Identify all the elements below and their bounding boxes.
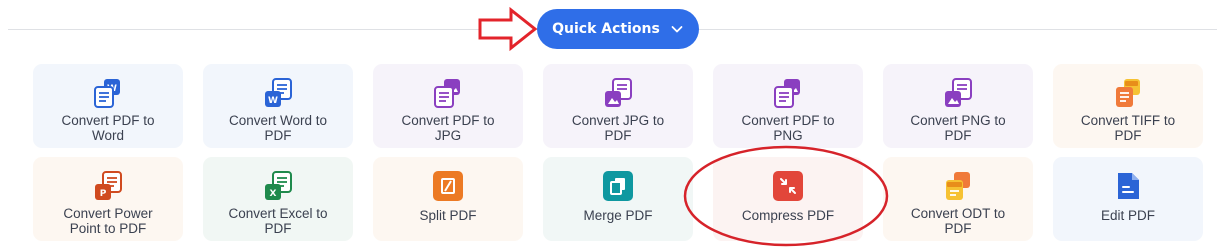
- word-to-pdf-icon: W: [265, 78, 292, 107]
- tiff-to-pdf-icon: [1116, 79, 1140, 107]
- tool-card-powerpoint-to-pdf[interactable]: P Convert Power Point to PDF: [33, 157, 183, 241]
- tool-card-edit-pdf[interactable]: Edit PDF: [1053, 157, 1203, 241]
- tool-label: Convert PDF to Word: [61, 113, 155, 143]
- svg-text:X: X: [270, 189, 277, 199]
- tool-card-png-to-pdf[interactable]: Convert PNG to PDF: [883, 64, 1033, 148]
- pdf-to-word-icon: W: [94, 79, 120, 108]
- tool-label: Convert Excel to PDF: [228, 206, 328, 236]
- tool-label: Convert PDF to JPG: [401, 113, 495, 143]
- odt-to-pdf-icon: [946, 172, 970, 200]
- pointer-arrow-annotation: [478, 6, 538, 52]
- tool-label: Convert PNG to PDF: [910, 113, 1006, 143]
- highlight-circle-annotation: [683, 145, 889, 247]
- tool-card-merge-pdf[interactable]: Merge PDF: [543, 157, 693, 241]
- jpg-to-pdf-icon: [605, 78, 632, 107]
- tool-label: Split PDF: [419, 208, 477, 223]
- split-pdf-icon: [433, 171, 463, 201]
- tool-card-pdf-to-png[interactable]: Convert PDF to PNG: [713, 64, 863, 148]
- pdf-to-png-icon: [774, 79, 800, 108]
- tool-label: Merge PDF: [583, 208, 653, 223]
- tool-card-jpg-to-pdf[interactable]: Convert JPG to PDF: [543, 64, 693, 148]
- edit-pdf-icon: [1118, 173, 1139, 199]
- tool-card-tiff-to-pdf[interactable]: Convert TIFF to PDF: [1053, 64, 1203, 148]
- quick-actions-button[interactable]: Quick Actions: [537, 9, 699, 49]
- tool-card-pdf-to-word[interactable]: W Convert PDF to Word: [33, 64, 183, 148]
- tool-card-pdf-to-jpg[interactable]: Convert PDF to JPG: [373, 64, 523, 148]
- tool-label: Convert ODT to PDF: [910, 206, 1006, 236]
- tool-label: Convert TIFF to PDF: [1080, 113, 1176, 143]
- tool-card-odt-to-pdf[interactable]: Convert ODT to PDF: [883, 157, 1033, 241]
- powerpoint-to-pdf-icon: P: [95, 171, 122, 200]
- tool-label: Edit PDF: [1100, 208, 1155, 223]
- tool-label: Convert PDF to PNG: [741, 113, 835, 143]
- tool-card-split-pdf[interactable]: Split PDF: [373, 157, 523, 241]
- tools-grid: W Convert PDF to Word W Convert Word to …: [33, 64, 1203, 244]
- tool-card-word-to-pdf[interactable]: W Convert Word to PDF: [203, 64, 353, 148]
- tool-label: Convert Word to PDF: [228, 113, 328, 143]
- svg-text:P: P: [100, 189, 107, 199]
- merge-pdf-icon: [603, 171, 633, 201]
- chevron-down-icon: [671, 26, 683, 33]
- pdf-to-jpg-icon: [434, 79, 460, 108]
- excel-to-pdf-icon: X: [265, 171, 292, 200]
- tool-card-excel-to-pdf[interactable]: X Convert Excel to PDF: [203, 157, 353, 241]
- quick-actions-label: Quick Actions: [552, 21, 660, 37]
- svg-text:W: W: [268, 96, 278, 106]
- tool-label: Convert Power Point to PDF: [63, 206, 153, 236]
- tool-label: Convert JPG to PDF: [571, 113, 665, 143]
- png-to-pdf-icon: [945, 78, 972, 107]
